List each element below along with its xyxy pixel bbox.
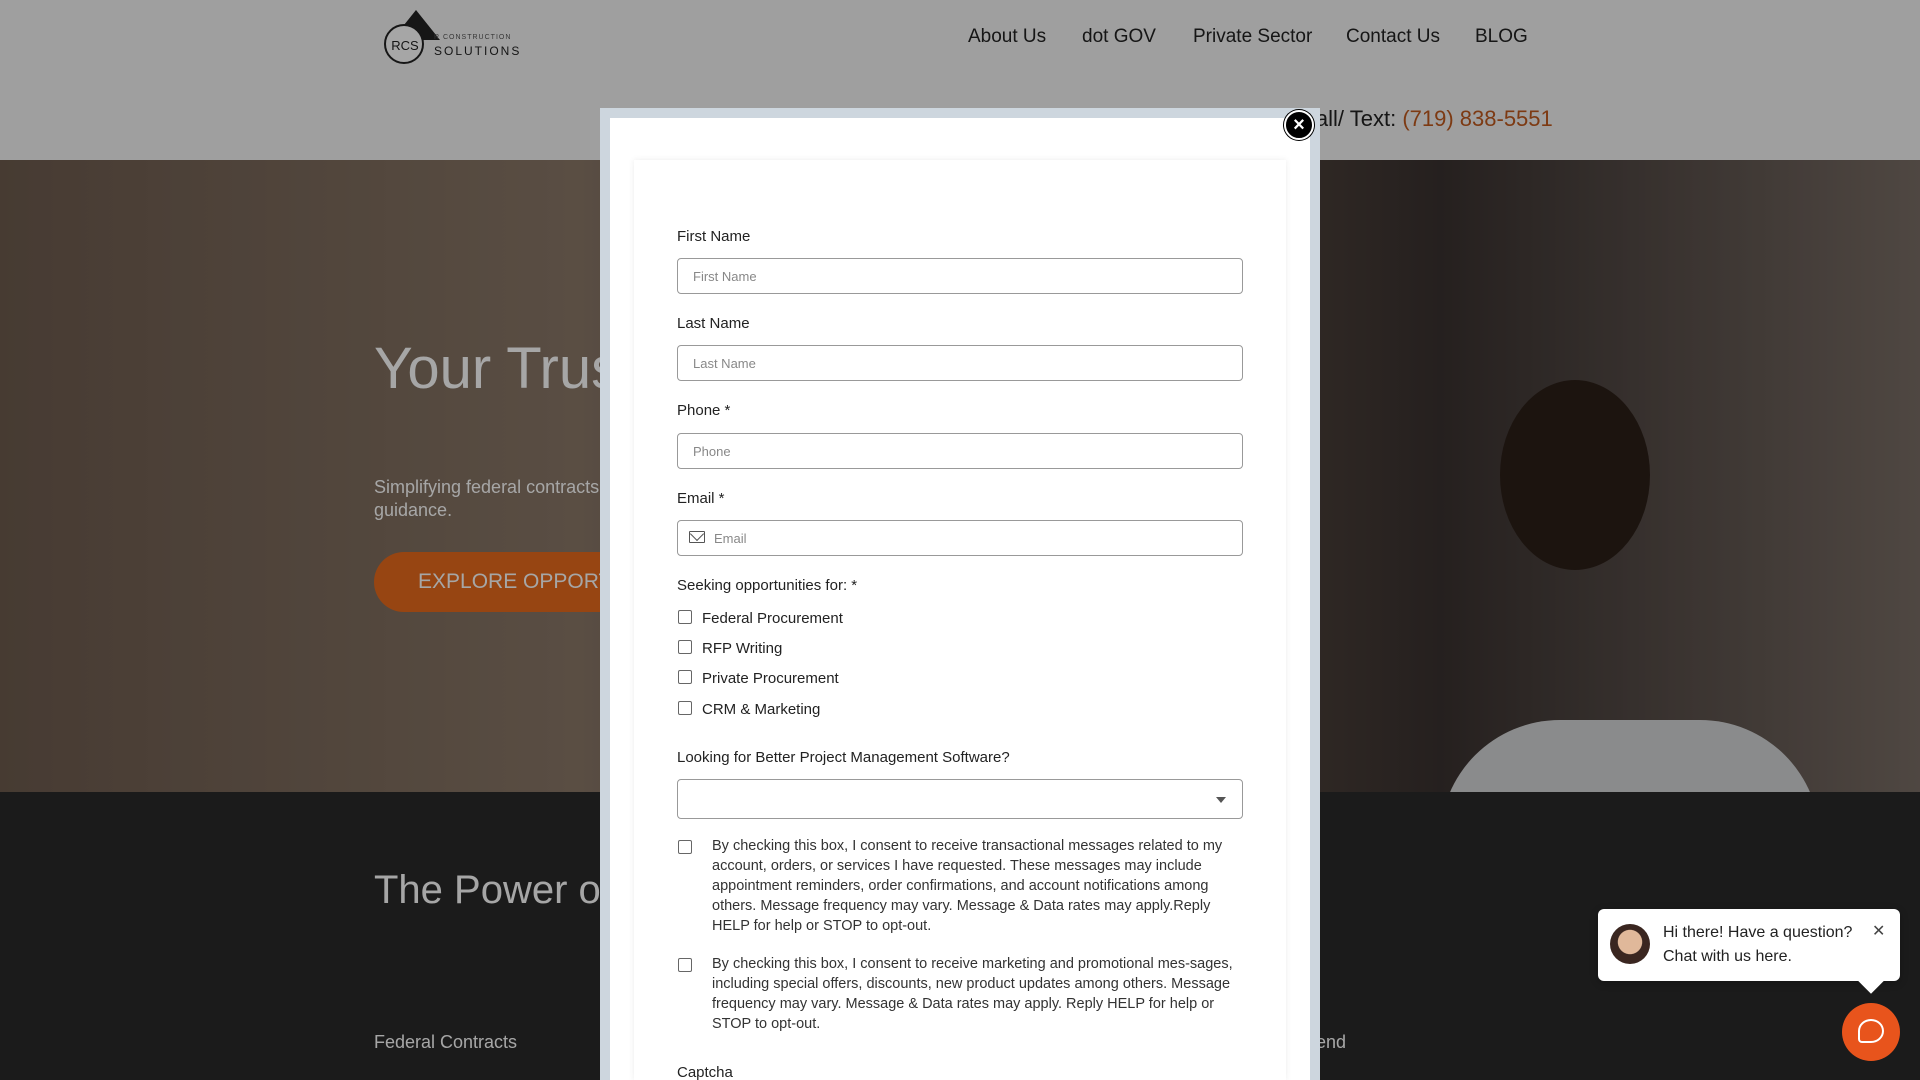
checkbox-rfp-writing[interactable] xyxy=(678,640,692,654)
close-icon[interactable]: × xyxy=(1284,110,1314,140)
option-crm-marketing: CRM & Marketing xyxy=(702,701,821,718)
software-select[interactable] xyxy=(677,779,1243,819)
chat-close-icon[interactable]: ✕ xyxy=(1872,921,1885,941)
agent-avatar xyxy=(1610,924,1650,964)
last-name-input[interactable]: Last Name xyxy=(677,345,1243,381)
consent-marketing-text: By checking this box, I consent to recei… xyxy=(712,956,1233,1032)
consent-transactional-text: By checking this box, I consent to recei… xyxy=(712,838,1223,934)
chevron-down-icon xyxy=(1216,797,1226,803)
checkbox-private-procurement[interactable] xyxy=(678,670,692,684)
mail-icon xyxy=(689,531,705,543)
captcha-label: Captcha xyxy=(677,1064,733,1080)
first-name-label: First Name xyxy=(677,228,751,245)
chat-message: Hi there! Have a question? Chat with us … xyxy=(1663,924,1853,965)
phone-input[interactable]: Phone xyxy=(677,433,1243,469)
consent-transactional-checkbox[interactable] xyxy=(678,840,692,854)
option-federal-procurement: Federal Procurement xyxy=(702,610,843,627)
phone-label: Phone * xyxy=(677,402,731,419)
email-label: Email * xyxy=(677,490,725,507)
checkbox-federal-procurement[interactable] xyxy=(678,610,692,624)
checkbox-crm-marketing[interactable] xyxy=(678,701,692,715)
first-name-input[interactable]: First Name xyxy=(677,258,1243,294)
seeking-label: Seeking opportunities for: * xyxy=(677,577,858,594)
chat-bubble-icon xyxy=(1858,1019,1884,1043)
last-name-label: Last Name xyxy=(677,315,750,332)
consent-marketing-checkbox[interactable] xyxy=(678,958,692,972)
option-private-procurement: Private Procurement xyxy=(702,670,839,687)
email-input[interactable]: Email xyxy=(677,520,1243,556)
software-label: Looking for Better Project Management So… xyxy=(677,749,1010,766)
option-rfp-writing: RFP Writing xyxy=(702,640,783,657)
